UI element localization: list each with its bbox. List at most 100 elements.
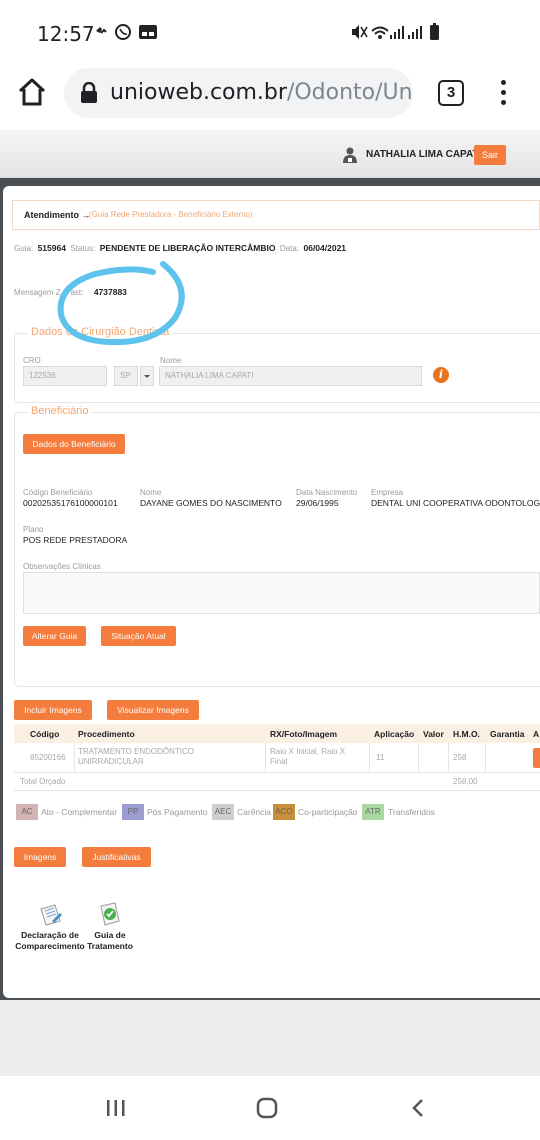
nome-dentista-label: Nome bbox=[160, 356, 182, 365]
divider bbox=[485, 743, 486, 773]
page-footer bbox=[0, 1000, 540, 1076]
legend-pp-label: Pós Pagamento bbox=[147, 807, 208, 817]
legend-aco-label: Co-participação bbox=[298, 807, 358, 817]
col-garantia: Garantia bbox=[490, 729, 525, 739]
legend-ac-label: Ato - Complementar bbox=[41, 807, 118, 817]
status-value: PENDENTE DE LIBERAÇÃO INTERCÂMBIO bbox=[99, 243, 276, 253]
user-name: NATHALIA LIMA CAPATI bbox=[366, 149, 482, 160]
col-rx: RX/Foto/Imagem bbox=[270, 729, 338, 739]
guia-label: Guia: bbox=[14, 244, 34, 253]
divider bbox=[265, 743, 266, 773]
total-label: Total Orçado bbox=[20, 777, 66, 786]
system-icons bbox=[350, 23, 450, 46]
legend-atr-label: Transferidos bbox=[388, 807, 435, 817]
recent-apps-icon[interactable] bbox=[105, 1098, 127, 1118]
plano-label: Plano bbox=[23, 525, 44, 534]
observacoes-label: Observações Clínicas bbox=[23, 562, 101, 571]
legend-ac-swatch: AC bbox=[16, 804, 38, 820]
declaracao-link[interactable]: Declaração de Comparecimento bbox=[14, 930, 86, 952]
nome-dentista-field[interactable]: NATHALIA LIMA CAPATI bbox=[159, 366, 422, 386]
situacao-atual-button[interactable]: Situação Atual bbox=[101, 626, 176, 646]
data-label: Data: bbox=[279, 244, 300, 253]
legend-aec-swatch: AEC bbox=[212, 804, 234, 820]
guide-info: Guia: 515964 Status: PENDENTE DE LIBERAÇ… bbox=[14, 238, 346, 256]
breadcrumb: Atendimento → (Guia Rede Prestadora - Be… bbox=[12, 200, 540, 230]
total-value: 258,00 bbox=[453, 777, 478, 786]
overflow-menu-icon[interactable] bbox=[498, 80, 508, 108]
divider bbox=[418, 743, 419, 773]
logout-button[interactable]: Sair bbox=[474, 145, 506, 165]
beneficiary-data-button[interactable]: Dados do Beneficiário bbox=[23, 434, 125, 454]
nome-beneficiario-label: Nome bbox=[140, 488, 162, 497]
row-hmo: 258 bbox=[453, 753, 467, 762]
url-path: /Odonto/Uni bbox=[286, 80, 413, 105]
beneficiary-legend: Beneficiário bbox=[28, 405, 92, 417]
col-acao: A bbox=[533, 729, 540, 739]
row-codigo: 85200166 bbox=[30, 753, 66, 762]
cro-field[interactable]: 122536 bbox=[23, 366, 107, 386]
info-icon[interactable]: i bbox=[433, 367, 449, 383]
nome-beneficiario-value: DAYANE GOMES DO NASCIMENTO bbox=[140, 498, 282, 508]
nascimento-label: Data Nascimento bbox=[296, 488, 358, 497]
annotation-circle bbox=[57, 261, 185, 346]
row-procedimento: TRATAMENTO ENDODÔNTICO UNIRRADICULAR bbox=[78, 747, 194, 766]
data-value: 06/04/2021 bbox=[303, 243, 347, 253]
col-codigo: Código bbox=[30, 729, 60, 739]
user-icon bbox=[343, 147, 357, 163]
table-row[interactable]: 85200166 TRATAMENTO ENDODÔNTICO UNIRRADI… bbox=[14, 743, 540, 773]
col-aplicacao: Aplicação bbox=[374, 729, 415, 739]
home-icon[interactable] bbox=[16, 76, 48, 108]
legend-aec-label: Carência bbox=[237, 807, 272, 817]
legend-atr-swatch: ATR bbox=[362, 804, 384, 820]
declaracao-doc-icon[interactable] bbox=[38, 903, 64, 927]
divider bbox=[448, 743, 449, 773]
back-icon[interactable] bbox=[410, 1098, 426, 1118]
status-bar: 12:57 bbox=[0, 0, 540, 60]
home-nav-icon[interactable] bbox=[256, 1097, 278, 1119]
col-procedimento: Procedimento bbox=[78, 729, 135, 739]
divider bbox=[74, 743, 75, 773]
address-bar[interactable]: unioweb.com.br/Odonto/Uni bbox=[64, 68, 413, 118]
browser-toolbar: unioweb.com.br/Odonto/Uni 3 bbox=[0, 60, 540, 130]
procedures-table-header: Código Procedimento RX/Foto/Imagem Aplic… bbox=[14, 724, 540, 743]
row-action-button[interactable] bbox=[533, 748, 540, 768]
uf-dropdown-button[interactable] bbox=[140, 366, 154, 386]
empresa-label: Empresa bbox=[371, 488, 404, 497]
signal-wifi-battery-icon bbox=[352, 23, 439, 40]
status-label: Status: bbox=[70, 244, 96, 253]
alterar-guia-button[interactable]: Alterar Guia bbox=[23, 626, 86, 646]
lock-icon bbox=[81, 82, 97, 103]
justificativas-button[interactable]: Justificativas bbox=[82, 847, 151, 867]
empresa-value: DENTAL UNI COOPERATIVA ODONTOLOGI bbox=[371, 498, 540, 508]
cro-label: CRO bbox=[23, 356, 41, 365]
col-valor: Valor bbox=[423, 729, 444, 739]
imagens-button[interactable]: Imagens bbox=[14, 847, 66, 867]
incluir-imagens-button[interactable]: Incluir Imagens bbox=[14, 700, 92, 720]
observacoes-textarea[interactable] bbox=[23, 572, 540, 614]
plano-value: POS REDE PRESTADORA bbox=[23, 535, 128, 545]
col-hmo: H.M.O. bbox=[453, 729, 480, 739]
legend-aco-swatch: ACO bbox=[273, 804, 295, 820]
row-aplicacao: 11 bbox=[376, 753, 385, 762]
guia-value: 515964 bbox=[37, 243, 66, 253]
total-row: Total Orçado 258,00 bbox=[14, 773, 540, 791]
screen: 12:57 unioweb.com.br/Odonto/Uni 3 NATHAL… bbox=[0, 0, 540, 1140]
tab-switcher-button[interactable]: 3 bbox=[438, 80, 464, 106]
notification-icons bbox=[94, 23, 164, 46]
notification-icon bbox=[96, 24, 157, 40]
legend-pp-swatch: PP bbox=[122, 804, 144, 820]
breadcrumb-section: Atendimento → bbox=[24, 210, 91, 220]
codigo-beneficiario-value: 00202535176100000101 bbox=[23, 498, 118, 508]
codigo-beneficiario-label: Código Beneficiário bbox=[23, 488, 93, 497]
breadcrumb-page: (Guia Rede Prestadora - Beneficiário Ext… bbox=[89, 210, 253, 219]
app-header: NATHALIA LIMA CAPATI Sair bbox=[0, 130, 540, 178]
guia-tratamento-link[interactable]: Guia de Tratamento bbox=[84, 930, 136, 952]
visualizar-imagens-button[interactable]: Visualizar Imagens bbox=[107, 700, 199, 720]
url-domain: unioweb.com.br bbox=[110, 80, 287, 105]
clock: 12:57 bbox=[37, 22, 95, 46]
chevron-down-icon bbox=[144, 375, 150, 378]
guia-tratamento-doc-icon[interactable] bbox=[98, 901, 122, 927]
url-text: unioweb.com.br/Odonto/Uni bbox=[110, 80, 413, 105]
divider bbox=[369, 743, 370, 773]
uf-select[interactable]: SP bbox=[114, 366, 138, 386]
